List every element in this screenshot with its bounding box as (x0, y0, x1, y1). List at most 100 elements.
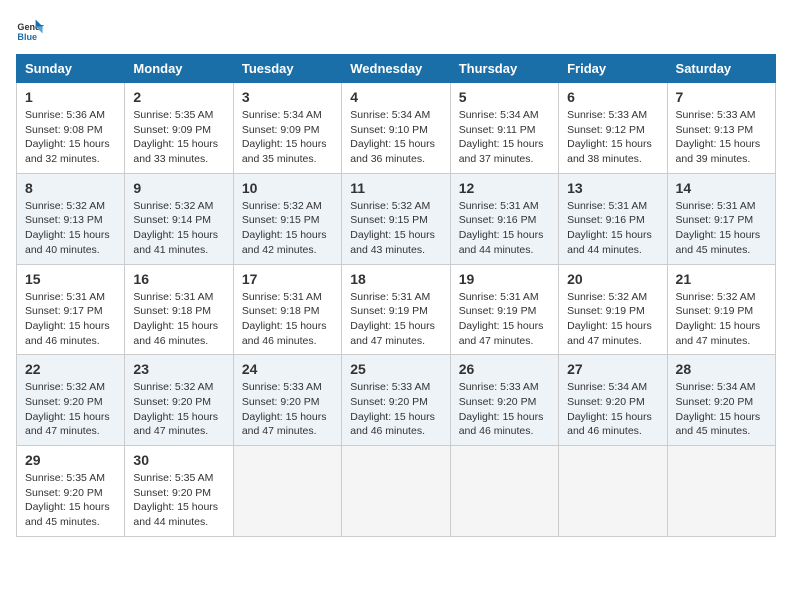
day-number: 23 (133, 361, 224, 377)
week-row-3: 15 Sunrise: 5:31 AMSunset: 9:17 PMDayligh… (17, 264, 776, 355)
day-cell-21: 21 Sunrise: 5:32 AMSunset: 9:19 PMDayligh… (667, 264, 775, 355)
day-number: 12 (459, 180, 550, 196)
day-number: 21 (676, 271, 767, 287)
col-saturday: Saturday (667, 55, 775, 83)
day-info: Sunrise: 5:34 AMSunset: 9:20 PMDaylight:… (567, 380, 658, 439)
day-cell-30: 30Sunrise: 5:35 AMSunset: 9:20 PMDayligh… (125, 446, 233, 537)
day-info: Sunrise: 5:35 AMSunset: 9:20 PMDaylight:… (25, 471, 116, 530)
empty-cell (667, 446, 775, 537)
day-cell-13: 13Sunrise: 5:31 AMSunset: 9:16 PMDayligh… (559, 173, 667, 264)
col-monday: Monday (125, 55, 233, 83)
calendar-header-row: Sunday Monday Tuesday Wednesday Thursday… (17, 55, 776, 83)
day-info: Sunrise: 5:33 AMSunset: 9:20 PMDaylight:… (350, 380, 441, 439)
day-cell-23: 23 Sunrise: 5:32 AMSunset: 9:20 PMDayligh… (125, 355, 233, 446)
day-cell-19: 19 Sunrise: 5:31 AMSunset: 9:19 PMDayligh… (450, 264, 558, 355)
day-info: Sunrise: 5:31 AMSunset: 9:18 PMDaylight:… (133, 290, 224, 349)
day-number: 8 (25, 180, 116, 196)
week-row-2: 8 Sunrise: 5:32 AMSunset: 9:13 PMDaylight… (17, 173, 776, 264)
day-number: 24 (242, 361, 333, 377)
day-cell-12: 12 Sunrise: 5:31 AMSunset: 9:16 PMDayligh… (450, 173, 558, 264)
day-cell-2: 2 Sunrise: 5:35 AMSunset: 9:09 PMDaylight… (125, 83, 233, 174)
week-row-5: 29 Sunrise: 5:35 AMSunset: 9:20 PMDayligh… (17, 446, 776, 537)
col-sunday: Sunday (17, 55, 125, 83)
day-number: 15 (25, 271, 116, 287)
day-number: 30 (133, 452, 224, 468)
day-cell-3: 3 Sunrise: 5:34 AMSunset: 9:09 PMDaylight… (233, 83, 341, 174)
day-cell-28: 28Sunrise: 5:34 AMSunset: 9:20 PMDayligh… (667, 355, 775, 446)
day-info: Sunrise: 5:34 AMSunset: 9:09 PMDaylight:… (242, 108, 333, 167)
day-info: Sunrise: 5:35 AMSunset: 9:09 PMDaylight:… (133, 108, 224, 167)
day-info: Sunrise: 5:34 AMSunset: 9:11 PMDaylight:… (459, 108, 550, 167)
day-info: Sunrise: 5:33 AMSunset: 9:20 PMDaylight:… (242, 380, 333, 439)
day-info: Sunrise: 5:31 AMSunset: 9:17 PMDaylight:… (676, 199, 767, 258)
week-row-4: 22 Sunrise: 5:32 AMSunset: 9:20 PMDayligh… (17, 355, 776, 446)
day-number: 27 (567, 361, 658, 377)
day-info: Sunrise: 5:32 AMSunset: 9:13 PMDaylight:… (25, 199, 116, 258)
day-number: 2 (133, 89, 224, 105)
day-number: 22 (25, 361, 116, 377)
day-number: 5 (459, 89, 550, 105)
day-cell-26: 26Sunrise: 5:33 AMSunset: 9:20 PMDayligh… (450, 355, 558, 446)
day-cell-22: 22 Sunrise: 5:32 AMSunset: 9:20 PMDayligh… (17, 355, 125, 446)
day-info: Sunrise: 5:33 AMSunset: 9:12 PMDaylight:… (567, 108, 658, 167)
day-cell-9: 9Sunrise: 5:32 AMSunset: 9:14 PMDaylight… (125, 173, 233, 264)
day-number: 16 (133, 271, 224, 287)
day-number: 7 (676, 89, 767, 105)
day-info: Sunrise: 5:31 AMSunset: 9:19 PMDaylight:… (459, 290, 550, 349)
day-number: 6 (567, 89, 658, 105)
day-number: 19 (459, 271, 550, 287)
logo-icon: General Blue (16, 16, 44, 44)
day-number: 18 (350, 271, 441, 287)
day-cell-17: 17Sunrise: 5:31 AMSunset: 9:18 PMDayligh… (233, 264, 341, 355)
logo: General Blue (16, 16, 44, 44)
day-cell-5: 5 Sunrise: 5:34 AMSunset: 9:11 PMDaylight… (450, 83, 558, 174)
day-number: 3 (242, 89, 333, 105)
day-number: 13 (567, 180, 658, 196)
day-number: 1 (25, 89, 116, 105)
day-number: 25 (350, 361, 441, 377)
day-info: Sunrise: 5:32 AMSunset: 9:20 PMDaylight:… (133, 380, 224, 439)
day-number: 11 (350, 180, 441, 196)
day-number: 14 (676, 180, 767, 196)
col-tuesday: Tuesday (233, 55, 341, 83)
day-info: Sunrise: 5:31 AMSunset: 9:18 PMDaylight:… (242, 290, 333, 349)
calendar: Sunday Monday Tuesday Wednesday Thursday… (16, 54, 776, 537)
day-info: Sunrise: 5:32 AMSunset: 9:15 PMDaylight:… (242, 199, 333, 258)
col-wednesday: Wednesday (342, 55, 450, 83)
empty-cell (559, 446, 667, 537)
day-number: 28 (676, 361, 767, 377)
day-cell-24: 24 Sunrise: 5:33 AMSunset: 9:20 PMDayligh… (233, 355, 341, 446)
day-cell-15: 15 Sunrise: 5:31 AMSunset: 9:17 PMDayligh… (17, 264, 125, 355)
day-cell-4: 4 Sunrise: 5:34 AMSunset: 9:10 PMDaylight… (342, 83, 450, 174)
day-cell-10: 10 Sunrise: 5:32 AMSunset: 9:15 PMDayligh… (233, 173, 341, 264)
day-info: Sunrise: 5:36 AMSunset: 9:08 PMDaylight:… (25, 108, 116, 167)
day-info: Sunrise: 5:33 AMSunset: 9:20 PMDaylight:… (459, 380, 550, 439)
day-info: Sunrise: 5:34 AMSunset: 9:10 PMDaylight:… (350, 108, 441, 167)
day-cell-16: 16 Sunrise: 5:31 AMSunset: 9:18 PMDayligh… (125, 264, 233, 355)
empty-cell (342, 446, 450, 537)
day-number: 10 (242, 180, 333, 196)
svg-text:Blue: Blue (17, 32, 37, 42)
day-info: Sunrise: 5:31 AMSunset: 9:17 PMDaylight:… (25, 290, 116, 349)
day-info: Sunrise: 5:31 AMSunset: 9:16 PMDaylight:… (459, 199, 550, 258)
col-friday: Friday (559, 55, 667, 83)
day-cell-27: 27 Sunrise: 5:34 AMSunset: 9:20 PMDayligh… (559, 355, 667, 446)
col-thursday: Thursday (450, 55, 558, 83)
day-cell-25: 25 Sunrise: 5:33 AMSunset: 9:20 PMDayligh… (342, 355, 450, 446)
day-number: 4 (350, 89, 441, 105)
day-info: Sunrise: 5:32 AMSunset: 9:19 PMDaylight:… (676, 290, 767, 349)
day-cell-8: 8 Sunrise: 5:32 AMSunset: 9:13 PMDaylight… (17, 173, 125, 264)
day-cell-14: 14 Sunrise: 5:31 AMSunset: 9:17 PMDayligh… (667, 173, 775, 264)
day-info: Sunrise: 5:32 AMSunset: 9:19 PMDaylight:… (567, 290, 658, 349)
header: General Blue (16, 16, 776, 44)
day-info: Sunrise: 5:31 AMSunset: 9:19 PMDaylight:… (350, 290, 441, 349)
day-number: 20 (567, 271, 658, 287)
empty-cell (233, 446, 341, 537)
day-info: Sunrise: 5:33 AMSunset: 9:13 PMDaylight:… (676, 108, 767, 167)
day-cell-20: 20 Sunrise: 5:32 AMSunset: 9:19 PMDayligh… (559, 264, 667, 355)
day-cell-18: 18 Sunrise: 5:31 AMSunset: 9:19 PMDayligh… (342, 264, 450, 355)
day-info: Sunrise: 5:32 AMSunset: 9:20 PMDaylight:… (25, 380, 116, 439)
day-number: 29 (25, 452, 116, 468)
day-cell-11: 11Sunrise: 5:32 AMSunset: 9:15 PMDayligh… (342, 173, 450, 264)
day-cell-29: 29 Sunrise: 5:35 AMSunset: 9:20 PMDayligh… (17, 446, 125, 537)
